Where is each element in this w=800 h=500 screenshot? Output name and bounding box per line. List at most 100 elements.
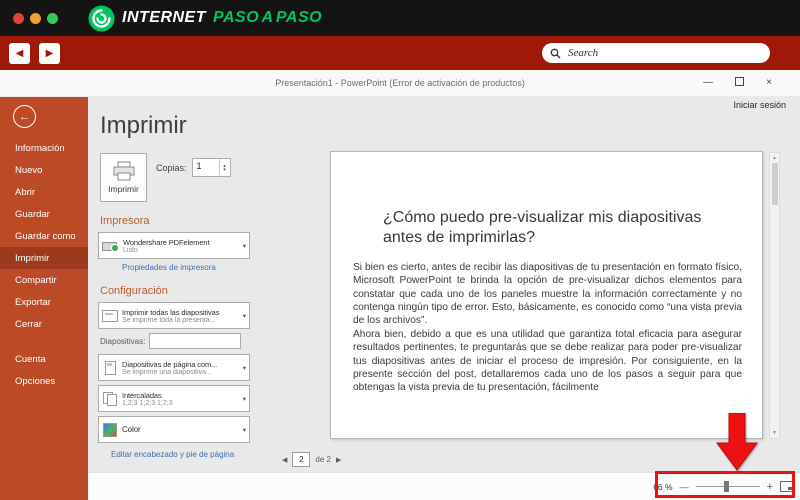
copies-control: Copias: 1 ▴ ▾	[156, 158, 231, 177]
window-dots	[13, 12, 58, 24]
search-input[interactable]	[566, 46, 762, 60]
sidebar-item-abrir[interactable]: Abrir	[0, 181, 88, 203]
color-title: Color	[122, 425, 141, 434]
printer-select[interactable]: Wondershare PDFelement Listo ▾	[98, 232, 250, 259]
collation-title: Intercaladas	[122, 390, 162, 400]
sign-in-link[interactable]: Iniciar sesión	[733, 100, 786, 110]
minimize-button[interactable]: —	[703, 78, 713, 88]
scroll-down-icon[interactable]: ▼	[772, 430, 777, 436]
logo-swirl-icon	[88, 5, 115, 32]
printer-ready-icon	[102, 239, 119, 252]
printer-name: Wondershare PDFelement	[123, 237, 210, 247]
settings-section-heading: Configuración	[100, 285, 168, 297]
slide-preview: ¿Cómo puedo pre-visualizar mis diapositi…	[330, 151, 763, 439]
window-title: Presentación1 - PowerPoint (Error de act…	[275, 78, 525, 88]
sidebar-item-imprimir[interactable]: Imprimir	[0, 247, 88, 269]
print-layout-sub: Se imprime una diapositiva...	[122, 368, 212, 376]
forward-button[interactable]: ▶	[39, 42, 60, 64]
back-icon: ◀	[15, 47, 24, 59]
chevron-down-icon: ▾	[242, 395, 246, 403]
sidebar-item-cuenta[interactable]: Cuenta	[0, 348, 88, 370]
next-page-button[interactable]: ▶	[336, 456, 341, 464]
color-select[interactable]: Color ▾	[98, 416, 250, 443]
sidebar-item-opciones[interactable]: Opciones	[0, 370, 88, 392]
sidebar-item-exportar[interactable]: Exportar	[0, 291, 88, 313]
full-page-icon	[102, 360, 118, 375]
close-button[interactable]: ×	[766, 78, 772, 88]
slide-title: ¿Cómo puedo pre-visualizar mis diapositi…	[383, 209, 702, 246]
page-title: Imprimir	[100, 112, 187, 139]
chevron-down-icon: ▾	[242, 242, 246, 250]
current-page-input[interactable]: 2	[292, 452, 311, 467]
screen: INTERNET PASO A PASO ◀ ▶ Presentación1 -…	[0, 0, 800, 500]
print-layout-text: Diapositivas de página com... Se imprime…	[122, 360, 238, 376]
fit-slide-to-window-button[interactable]	[780, 481, 794, 492]
edit-header-footer-link[interactable]: Editar encabezado y pie de página	[111, 450, 270, 459]
printer-properties-link[interactable]: Propiedades de impresora	[122, 263, 270, 272]
sidebar-item-guardar[interactable]: Guardar	[0, 203, 88, 225]
status-bar: 66 % — +	[88, 472, 800, 500]
zoom-percentage[interactable]: 66 %	[653, 482, 672, 492]
print-range-title: Imprimir todas las diapositivas	[122, 307, 220, 317]
zoom-in-button[interactable]: +	[767, 481, 773, 493]
copies-spinner: ▴ ▾	[218, 159, 230, 176]
chevron-down-icon: ▾	[242, 426, 246, 434]
print-button-label: Imprimir	[108, 184, 139, 194]
print-layout-title: Diapositivas de página com...	[122, 359, 218, 369]
zoom-slider-thumb[interactable]	[723, 481, 729, 492]
printer-status: Listo	[123, 246, 138, 254]
sidebar-divider	[0, 335, 88, 348]
sidebar-item-cerrar[interactable]: Cerrar	[0, 313, 88, 335]
backstage-back-button[interactable]: ←	[13, 105, 36, 128]
print-range-text: Imprimir todas las diapositivas Se impri…	[122, 308, 238, 324]
copies-decrement-icon[interactable]: ▾	[223, 167, 226, 172]
backstage-view: ← Información Nuevo Abrir Guardar Guarda…	[0, 97, 800, 500]
zoom-slider[interactable]	[695, 481, 760, 492]
chevron-down-icon: ▾	[242, 364, 246, 372]
printer-icon	[112, 161, 136, 181]
scroll-up-icon[interactable]: ▲	[772, 155, 777, 161]
backstage-sidebar: ← Información Nuevo Abrir Guardar Guarda…	[0, 97, 88, 500]
slides-range-input[interactable]	[149, 333, 242, 349]
maximize-button[interactable]	[735, 77, 745, 89]
logo-text-internet: INTERNET	[122, 9, 206, 26]
search-box[interactable]	[542, 43, 770, 63]
zoom-out-button[interactable]: —	[680, 482, 689, 492]
forward-icon: ▶	[45, 47, 54, 59]
copies-value[interactable]: 1	[193, 159, 219, 176]
color-text: Color	[122, 425, 238, 434]
window-dot-minimize[interactable]	[30, 12, 41, 24]
back-arrow-icon: ←	[19, 110, 30, 123]
window-controls: — ×	[703, 70, 772, 96]
chevron-down-icon: ▾	[242, 312, 246, 320]
collation-select[interactable]: Intercaladas 1;2;3 1;2;3 1;2;3 ▾	[98, 385, 250, 412]
browser-nav-bar: ◀ ▶	[0, 36, 800, 70]
all-slides-icon	[102, 309, 118, 322]
sidebar-item-guardar-como[interactable]: Guardar como	[0, 225, 88, 247]
sidebar-item-informacion[interactable]: Información	[0, 137, 88, 159]
back-button[interactable]: ◀	[9, 42, 30, 64]
scrollbar-thumb[interactable]	[772, 163, 778, 205]
print-range-sub: Se imprime toda la presenta...	[122, 316, 216, 324]
copies-stepper[interactable]: 1 ▴ ▾	[191, 158, 231, 177]
logo-text-pasoapaso: PASO A PASO	[213, 9, 323, 26]
print-button[interactable]: Imprimir	[100, 153, 147, 202]
sidebar-item-compartir[interactable]: Compartir	[0, 269, 88, 291]
color-icon	[102, 422, 118, 437]
window-dot-close[interactable]	[13, 12, 24, 24]
print-range-select[interactable]: Imprimir todas las diapositivas Se impri…	[98, 302, 250, 329]
maximize-icon	[735, 77, 745, 86]
slide-paragraph-1: Si bien es cierto, antes de recibir las …	[353, 262, 742, 327]
page-total-label: de 2	[315, 455, 331, 464]
branding-bar: INTERNET PASO A PASO	[0, 0, 800, 36]
printer-select-text: Wondershare PDFelement Listo	[123, 238, 238, 254]
window-dot-maximize[interactable]	[47, 12, 58, 24]
preview-scrollbar[interactable]: ▲ ▼	[769, 152, 780, 439]
slides-label: Diapositivas:	[100, 336, 146, 346]
powerpoint-titlebar: Presentación1 - PowerPoint (Error de act…	[0, 70, 800, 97]
previous-page-button[interactable]: ◀	[282, 456, 287, 464]
print-layout-select[interactable]: Diapositivas de página com... Se imprime…	[98, 354, 250, 381]
sidebar-item-nuevo[interactable]: Nuevo	[0, 159, 88, 181]
slide-paragraph-2: Ahora bien, debido a que es una utilidad…	[353, 328, 742, 394]
search-icon	[550, 48, 561, 59]
